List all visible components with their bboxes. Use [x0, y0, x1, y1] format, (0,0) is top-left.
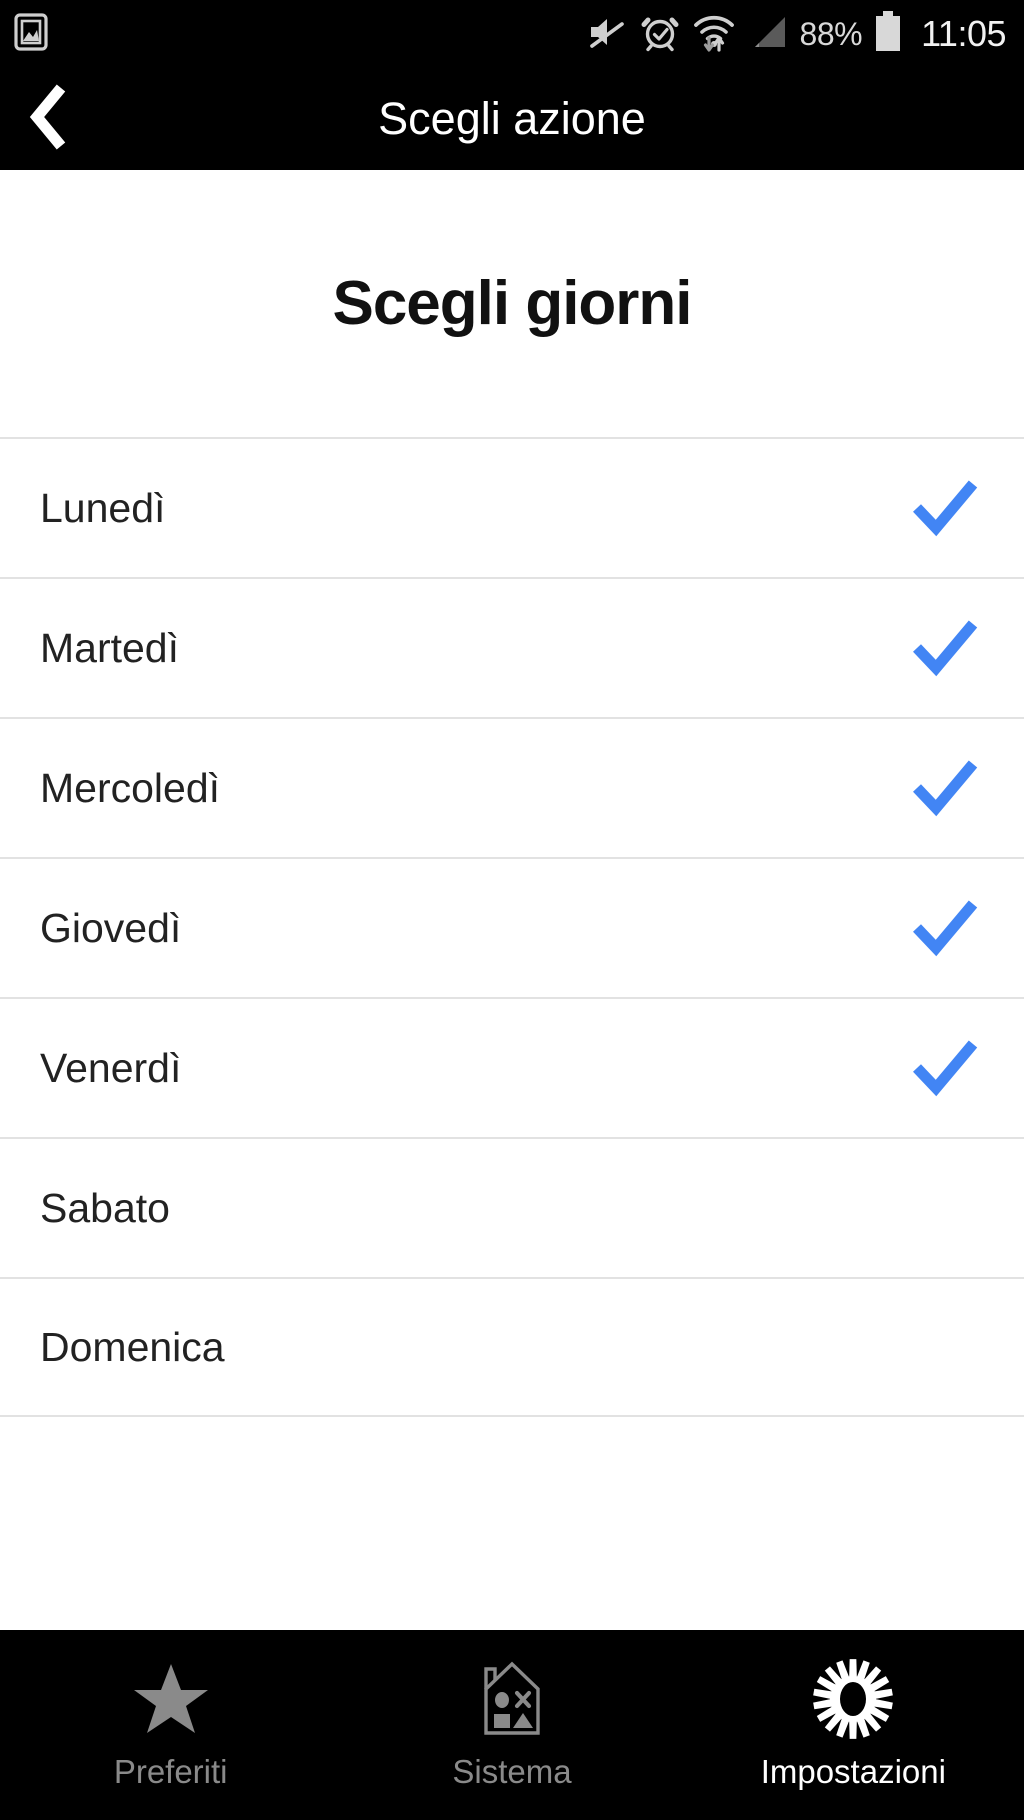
day-label: Venerdì [40, 1044, 182, 1091]
day-label: Lunedì [40, 484, 166, 531]
app-bar-title: Scegli azione [378, 93, 646, 144]
nav-label-impostazioni: Impostazioni [760, 1753, 946, 1790]
screenshot-image-icon [14, 12, 48, 57]
check-icon[interactable] [910, 613, 980, 683]
check-icon[interactable] [910, 753, 980, 823]
nav-label-preferiti: Preferiti [113, 1753, 228, 1790]
battery-icon [873, 10, 903, 59]
day-list: Lunedì Martedì Mercoledì Giovedì Venerdì Saba… [0, 437, 1024, 1417]
alarm-clock-icon [639, 11, 681, 58]
clock-label: 11:05 [921, 13, 1006, 54]
day-label: Giovedì [40, 904, 182, 951]
back-button[interactable] [0, 68, 100, 170]
nav-item-impostazioni[interactable]: Impostazioni [683, 1630, 1024, 1820]
wifi-data-transfer-icon [692, 10, 736, 59]
status-bar: 88% 11:05 [0, 0, 1024, 68]
day-row[interactable]: Mercoledì [0, 717, 1024, 857]
main-content: Scegli giorni Lunedì Martedì Mercoledì Giov… [0, 170, 1024, 1630]
star-icon [132, 1659, 210, 1739]
battery-percent-label: 88% [799, 15, 863, 52]
nav-item-preferiti[interactable]: Preferiti [0, 1630, 341, 1820]
cell-signal-icon [747, 12, 789, 57]
check-icon[interactable] [910, 1033, 980, 1103]
day-row[interactable]: Martedì [0, 577, 1024, 717]
gear-icon [810, 1659, 896, 1739]
day-row[interactable]: Domenica [0, 1277, 1024, 1417]
day-label: Martedì [40, 624, 179, 671]
day-label: Mercoledì [40, 764, 221, 811]
page-title: Scegli giorni [332, 269, 692, 338]
house-shapes-icon [476, 1659, 548, 1739]
status-bar-left-icons [14, 12, 48, 57]
app-bar: Scegli azione [0, 68, 1024, 170]
day-row[interactable]: Venerdì [0, 997, 1024, 1137]
day-row[interactable]: Sabato [0, 1137, 1024, 1277]
day-row[interactable]: Giovedì [0, 857, 1024, 997]
day-row[interactable]: Lunedì [0, 437, 1024, 577]
check-icon[interactable] [910, 473, 980, 543]
phone-screen: 88% 11:05 Scegli azione Scegli giorni Lu… [0, 0, 1024, 1820]
status-bar-right-icons: 88% 11:05 [586, 10, 1006, 59]
chevron-left-icon [27, 82, 73, 157]
day-label: Domenica [40, 1323, 225, 1370]
volume-mute-icon [586, 11, 628, 58]
day-label: Sabato [40, 1184, 170, 1231]
nav-label-sistema: Sistema [452, 1753, 572, 1790]
nav-item-sistema[interactable]: Sistema [341, 1630, 682, 1820]
check-icon[interactable] [910, 893, 980, 963]
bottom-navigation: Preferiti Sistema Impostazioni [0, 1630, 1024, 1820]
